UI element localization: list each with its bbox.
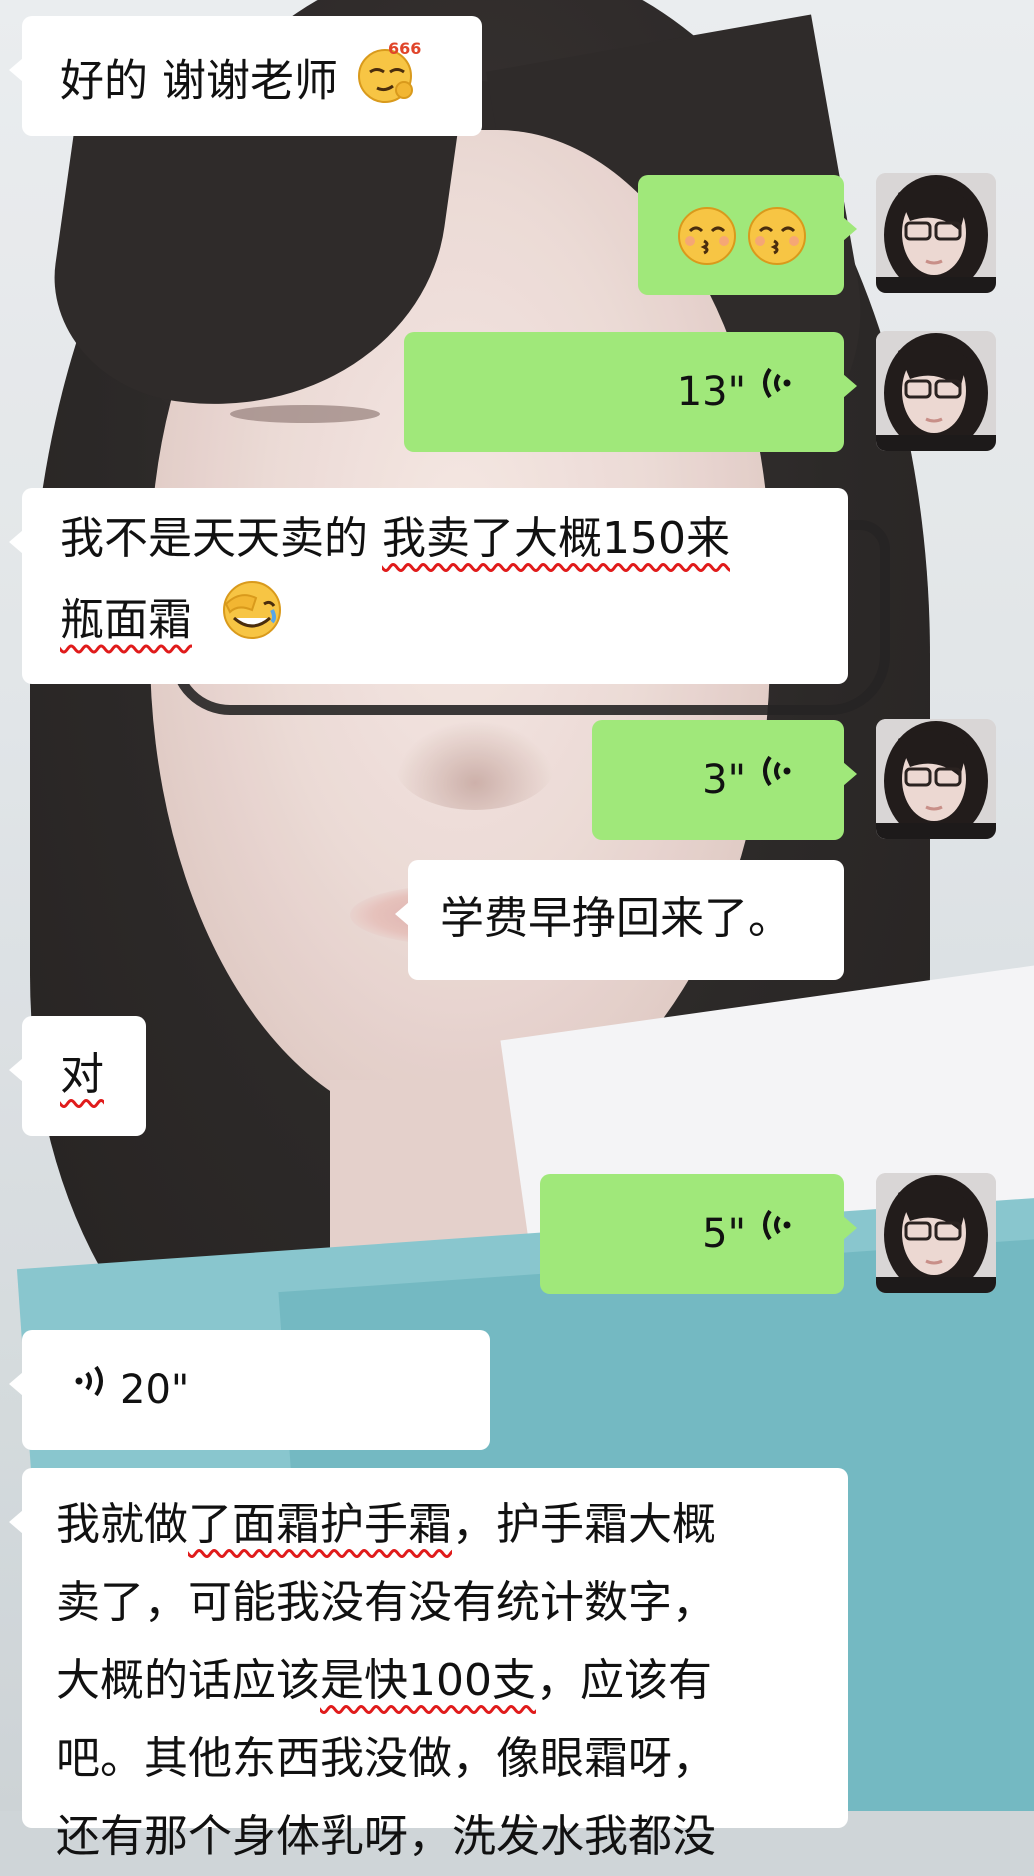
voice-duration: 5"	[702, 1211, 746, 1257]
message-bubble[interactable]: 学费早挣回来了。	[395, 860, 844, 980]
voice-duration: 13"	[676, 369, 746, 415]
message-line: 我就做了面霜护手霜，护手霜大概	[56, 1486, 848, 1564]
message-text: 吧。其他东西我没做，像眼霜呀，	[56, 1733, 716, 1784]
svg-text:666: 666	[388, 39, 421, 58]
message-line: 卖了，可能我没有没有统计数字，	[56, 1564, 848, 1642]
voice-duration: 20"	[120, 1367, 190, 1413]
message-line: 还有那个身体乳呀，洗发水我都没	[56, 1798, 848, 1876]
incoming-message-bubble[interactable]: 好的 谢谢老师 666	[9, 16, 482, 136]
outgoing-voice-message[interactable]: 3"	[592, 720, 857, 840]
message-text: 卖了，可能我没有没有统计数字，	[56, 1577, 716, 1628]
outgoing-emoji-bubble[interactable]	[638, 175, 857, 295]
smug-666-emoji-icon: 666	[352, 36, 422, 131]
underlined-text: 我卖了大概150来	[382, 513, 730, 564]
outgoing-voice-message[interactable]: 13"	[404, 332, 857, 452]
message-line: 大概的话应该是快100支，应该有	[56, 1642, 848, 1720]
kissing-face-emoji-icon	[746, 205, 808, 292]
voice-wave-icon	[758, 1195, 792, 1273]
message-text: 好的 谢谢老师	[60, 55, 338, 107]
message-text: 学费早挣回来了。	[440, 893, 792, 944]
user-avatar[interactable]	[876, 719, 996, 839]
outgoing-voice-message[interactable]: 5"	[540, 1174, 857, 1294]
message-text: ，应该有	[535, 1655, 712, 1706]
voice-wave-icon	[74, 1351, 108, 1429]
underlined-text: 是快100支	[320, 1655, 536, 1706]
user-avatar[interactable]	[876, 331, 996, 451]
message-line: 我不是天天卖的 我卖了大概150来	[60, 500, 848, 578]
incoming-message-bubble[interactable]: 我不是天天卖的 我卖了大概150来 瓶面霜	[9, 488, 848, 684]
facepalm-laughing-emoji-icon	[220, 578, 284, 667]
message-text: 我不是天天卖的	[60, 513, 382, 564]
voice-duration: 3"	[702, 757, 746, 803]
user-avatar[interactable]	[876, 1173, 996, 1293]
incoming-message-bubble[interactable]: 我就做了面霜护手霜，护手霜大概 卖了，可能我没有没有统计数字， 大概的话应该是快…	[9, 1468, 848, 1862]
message-text: 还有那个身体乳呀，洗发水我都没	[56, 1811, 716, 1862]
voice-wave-icon	[758, 353, 792, 431]
message-text: ，护手霜大概	[452, 1499, 716, 1550]
user-avatar[interactable]	[876, 173, 996, 293]
kissing-face-emoji-icon	[676, 205, 738, 292]
incoming-voice-message[interactable]: 20"	[9, 1330, 490, 1450]
chat-message-list[interactable]: 好的 谢谢老师 666 13" 我不是天天卖的 我卖了大概150来 瓶面霜 3"…	[0, 0, 1034, 1862]
underlined-text: 对	[60, 1049, 104, 1100]
message-text: 大概的话应该	[56, 1655, 320, 1706]
message-text: 我就做	[56, 1499, 188, 1550]
incoming-message-bubble[interactable]: 对	[9, 1016, 146, 1136]
message-line: 瓶面霜	[60, 578, 848, 667]
underlined-text: 瓶面霜	[60, 594, 192, 646]
message-line: 吧。其他东西我没做，像眼霜呀，	[56, 1720, 848, 1798]
voice-wave-icon	[758, 741, 792, 819]
underlined-text: 了面霜护手霜	[188, 1499, 452, 1550]
